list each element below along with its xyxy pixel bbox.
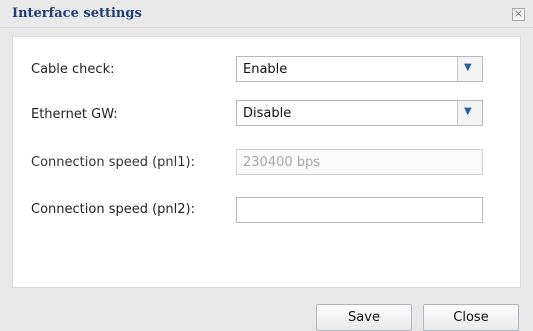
ethernet-gw-label: Ethernet GW:: [31, 107, 118, 122]
chevron-down-icon: ▼: [464, 106, 472, 117]
ethernet-gw-value: Disable: [243, 106, 292, 121]
cable-check-select[interactable]: Enable ▼: [236, 56, 483, 82]
cable-check-value: Enable: [243, 62, 288, 77]
connection-speed-pnl1-input: 230400 bps: [236, 149, 483, 175]
dialog-titlebar: Interface settings ×: [0, 0, 533, 28]
interface-settings-dialog: Interface settings × Cable check: Enable…: [0, 0, 533, 331]
chevron-down-icon: ▼: [464, 62, 472, 73]
close-button[interactable]: Close: [423, 304, 519, 331]
ethernet-gw-select[interactable]: Disable ▼: [236, 100, 483, 126]
dialog-body: Cable check: Enable ▼ Ethernet GW: Disab…: [12, 36, 521, 288]
connection-speed-pnl1-value: 230400 bps: [243, 155, 321, 170]
ethernet-gw-dropdown-button[interactable]: ▼: [457, 101, 482, 125]
connection-speed-pnl1-label: Connection speed (pnl1):: [31, 155, 195, 170]
connection-speed-pnl2-input[interactable]: [236, 197, 483, 223]
cable-check-label: Cable check:: [31, 62, 115, 77]
connection-speed-pnl2-label: Connection speed (pnl2):: [31, 202, 195, 217]
dialog-title: Interface settings: [12, 6, 142, 21]
save-button[interactable]: Save: [316, 304, 412, 331]
close-icon[interactable]: ×: [512, 8, 525, 21]
cable-check-dropdown-button[interactable]: ▼: [457, 57, 482, 81]
